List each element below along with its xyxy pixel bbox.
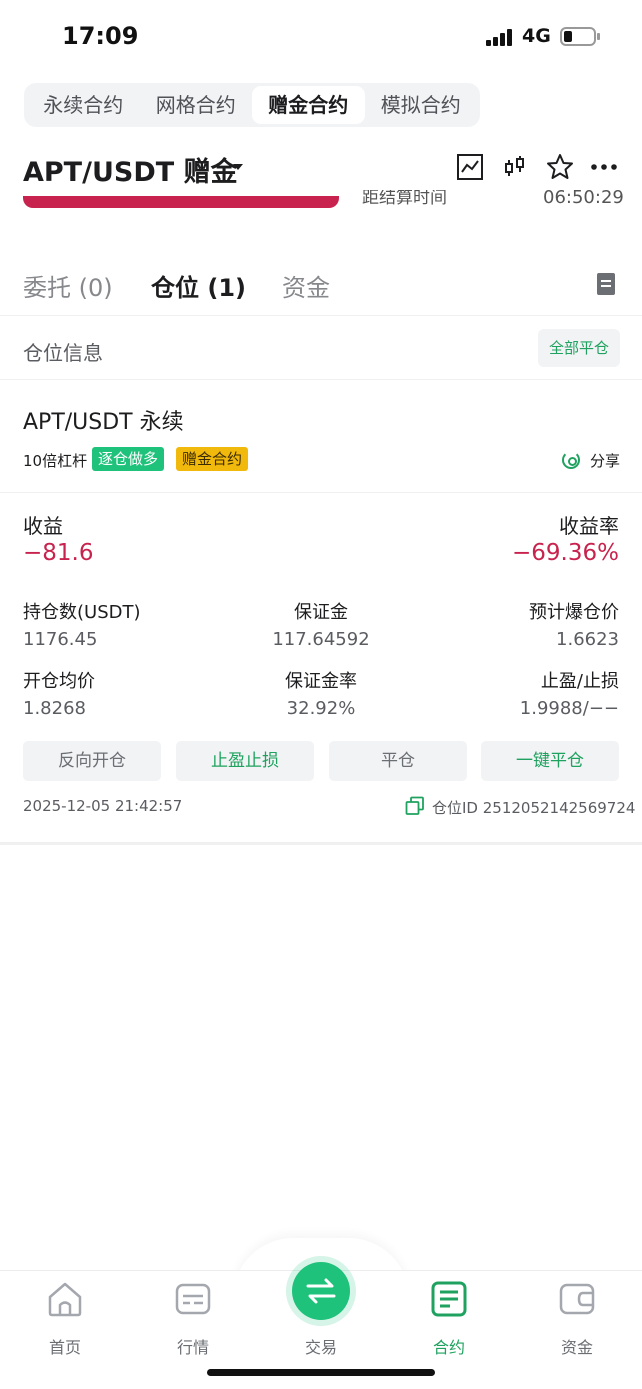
tab-positions[interactable]: 仓位 (1) — [151, 268, 246, 303]
position-pair: APT/USDT 永续 — [23, 410, 184, 435]
liquidation-price-value: 1.6623 — [556, 629, 619, 650]
nav-contract-label: 合约 — [432, 1338, 465, 1357]
leverage-label: 10倍杠杆 — [23, 452, 88, 470]
position-info-label: 仓位信息 — [23, 341, 103, 365]
position-size-value: 1176.45 — [23, 629, 98, 650]
network-label: 4G — [522, 25, 551, 47]
entry-price: 开仓均价 1.8268 — [23, 667, 95, 719]
tab-funds[interactable]: 资金 — [282, 268, 330, 303]
tab-orders[interactable]: 委托 (0) — [23, 268, 113, 303]
contract-mode-tabs: 永续合约 网格合约 赠金合约 模拟合约 — [24, 83, 480, 127]
document-icon[interactable] — [597, 273, 615, 295]
position-size-label: 持仓数(USDT) — [23, 602, 141, 623]
copy-icon[interactable] — [405, 796, 425, 816]
margin-ratio-label: 保证金率 — [285, 671, 357, 692]
liquidation-price-label: 预计爆仓价 — [529, 602, 619, 623]
margin: 保证金 117.64592 — [241, 598, 401, 650]
contract-icon — [431, 1281, 467, 1317]
share-icon[interactable] — [562, 451, 580, 469]
share-button[interactable]: 分享 — [590, 450, 620, 471]
reverse-position-button[interactable]: 反向开仓 — [23, 741, 161, 781]
nav-market-label: 行情 — [176, 1338, 209, 1357]
nav-funds[interactable]: 资金 — [527, 1272, 627, 1362]
nav-funds-label: 资金 — [560, 1338, 593, 1357]
margin-mode-badge: 逐仓做多 — [92, 447, 165, 471]
star-icon[interactable] — [545, 152, 575, 182]
more-icon[interactable] — [589, 152, 619, 182]
close-position-button[interactable]: 平仓 — [329, 741, 467, 781]
tp-sl-value: 1.9988/−− — [519, 698, 619, 719]
pair-header: APT/USDT 赠金 — [0, 140, 642, 196]
nav-contract[interactable]: 合约 — [399, 1272, 499, 1362]
position-size: 持仓数(USDT) 1176.45 — [23, 598, 141, 650]
countdown-progress-bar — [23, 196, 339, 208]
tab-demo[interactable]: 模拟合约 — [365, 86, 478, 124]
nav-market[interactable]: 行情 — [143, 1272, 243, 1362]
roe-label: 收益率 — [559, 514, 619, 538]
close-all-button[interactable]: 全部平仓 — [538, 329, 620, 367]
tp-sl-label: 止盈/止损 — [540, 671, 619, 692]
chart-line-icon[interactable] — [455, 152, 485, 182]
margin-ratio-value: 32.92% — [286, 698, 356, 719]
nav-trade-label: 交易 — [304, 1338, 337, 1357]
liquidation-price: 预计爆仓价 1.6623 — [529, 598, 619, 650]
bonus-contract-badge: 赠金合约 — [176, 447, 249, 471]
margin-ratio: 保证金率 32.92% — [241, 667, 401, 719]
pnl-value: −81.6 — [23, 540, 94, 566]
margin-label: 保证金 — [294, 602, 348, 623]
roe-value: −69.36% — [512, 540, 619, 566]
open-time: 2025-12-05 21:42:57 — [23, 797, 183, 815]
signal-icon — [486, 28, 516, 46]
nav-home[interactable]: 首页 — [15, 1272, 115, 1362]
settlement-countdown-label: 距结算时间 — [362, 190, 447, 208]
market-icon — [175, 1283, 211, 1315]
tp-sl: 止盈/止损 1.9988/−− — [520, 667, 619, 719]
status-bar: 17:09 4G — [0, 0, 642, 72]
status-time: 17:09 — [62, 22, 139, 50]
settlement-countdown-value: 06:50:29 — [543, 190, 624, 208]
tab-perpetual[interactable]: 永续合约 — [27, 86, 140, 124]
nav-trade[interactable]: 交易 — [271, 1272, 371, 1362]
entry-price-label: 开仓均价 — [23, 671, 95, 692]
pnl-label: 收益 — [23, 514, 63, 538]
entry-price-value: 1.8268 — [23, 698, 86, 719]
tab-grid[interactable]: 网格合约 — [140, 86, 253, 124]
position-tabs: 委托 (0) 仓位 (1) 资金 — [0, 260, 642, 316]
pair-selector[interactable]: APT/USDT 赠金 — [23, 150, 238, 189]
battery-icon — [560, 27, 600, 46]
nav-home-label: 首页 — [48, 1338, 81, 1357]
position-id: 仓位ID 2512052142569724 — [432, 799, 636, 817]
card-divider — [0, 842, 642, 845]
position-card-header: APT/USDT 永续 10倍杠杆 逐仓做多 赠金合约 分享 — [0, 380, 642, 493]
position-info-row: 仓位信息 全部平仓 — [0, 317, 642, 380]
home-indicator — [207, 1369, 435, 1376]
tp-sl-button[interactable]: 止盈止损 — [176, 741, 314, 781]
home-icon — [48, 1282, 82, 1317]
tab-bonus[interactable]: 赠金合约 — [252, 86, 365, 124]
quick-close-button[interactable]: 一键平仓 — [481, 741, 619, 781]
wallet-icon — [559, 1283, 595, 1315]
margin-value: 117.64592 — [272, 629, 370, 650]
candlestick-icon[interactable] — [500, 152, 530, 182]
caret-down-icon[interactable] — [233, 164, 243, 170]
